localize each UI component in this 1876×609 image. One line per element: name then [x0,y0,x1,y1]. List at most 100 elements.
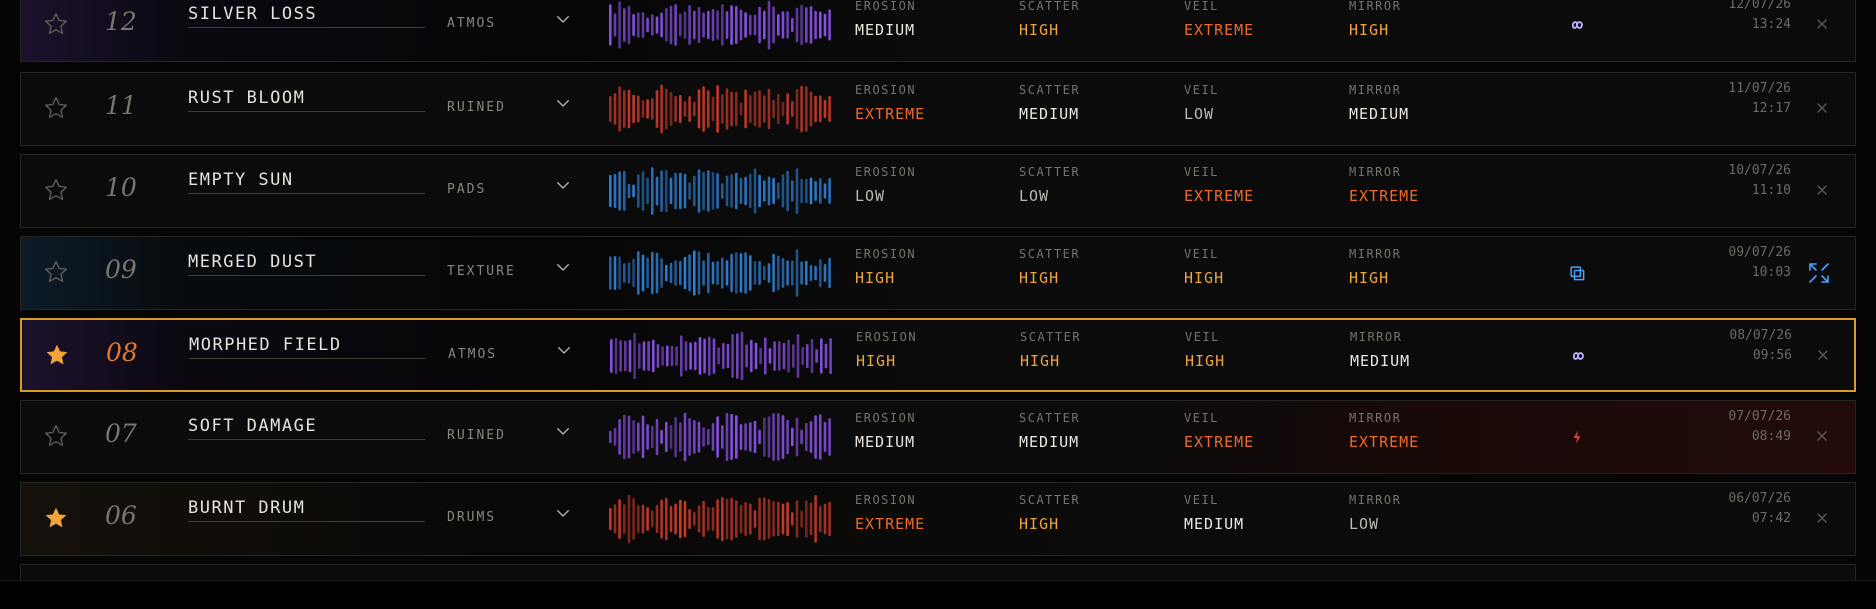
star-outline-icon[interactable] [41,93,71,123]
date-text: 07/07/26 [1728,409,1791,424]
preset-number: 11 [105,91,137,120]
param-scatter: SCATTER HIGH [1019,247,1080,287]
category-label: ATMOS [447,16,497,31]
preset-name-field[interactable]: MERGED DUST [188,253,425,276]
star-filled-icon[interactable] [41,503,71,533]
time-text: 12:17 [1751,101,1791,116]
param-label: MIRROR [1349,83,1402,97]
infinity-icon[interactable] [1565,15,1589,35]
preset-name-field[interactable]: MORPHED FIELD [189,336,426,359]
star-outline-icon[interactable] [41,421,71,451]
param-value: MEDIUM [855,433,916,451]
preset-row[interactable]: 08 MORPHED FIELD ATMOS EROSION HIGH SCATTER HI… [20,318,1856,392]
chevron-down-icon[interactable] [551,91,575,115]
preset-row[interactable]: 06 BURNT DRUM DRUMS EROSION EXTREME SCATTER HI… [20,482,1856,556]
waveform-preview[interactable] [605,0,837,58]
param-mirror: MIRROR HIGH [1349,247,1401,287]
param-value: EXTREME [855,515,926,533]
date-text: 08/07/26 [1729,328,1792,343]
param-value: EXTREME [1184,21,1255,39]
param-value: MEDIUM [1350,352,1411,370]
param-label: SCATTER [1019,493,1081,507]
close-icon[interactable] [1811,507,1833,529]
param-label: SCATTER [1019,83,1081,97]
param-value: HIGH [855,269,896,287]
param-value: EXTREME [1349,187,1420,205]
param-label: EROSION [855,165,917,179]
time-text: 07:42 [1751,511,1791,526]
param-veil: VEIL EXTREME [1184,411,1254,451]
param-mirror: MIRROR EXTREME [1349,165,1419,205]
infinity-icon[interactable] [1566,346,1590,366]
waveform-preview[interactable] [605,486,837,552]
param-value: HIGH [1020,352,1061,370]
param-value: MEDIUM [1019,105,1080,123]
param-value: LOW [1184,105,1215,123]
chevron-down-icon[interactable] [551,173,575,197]
preset-number: 07 [105,419,137,448]
preset-number: 10 [105,173,137,202]
star-filled-icon[interactable] [42,340,72,370]
category-label: RUINED [447,428,506,443]
param-label: MIRROR [1349,0,1402,13]
chevron-down-icon[interactable] [551,419,575,443]
param-scatter: SCATTER HIGH [1020,330,1081,370]
param-value: HIGH [856,352,897,370]
param-veil: VEIL EXTREME [1184,0,1254,39]
close-icon[interactable] [1812,344,1834,366]
param-value: MEDIUM [1019,433,1080,451]
waveform-preview[interactable] [606,323,838,389]
close-icon[interactable] [1811,13,1833,35]
param-label: MIRROR [1350,330,1403,344]
param-label: SCATTER [1019,0,1081,13]
param-scatter: SCATTER MEDIUM [1019,411,1080,451]
time-text: 13:24 [1751,17,1791,32]
waveform-preview[interactable] [605,404,837,470]
chevron-down-icon[interactable] [551,255,575,279]
preset-name-field[interactable]: BURNT DRUM [188,499,425,522]
param-label: EROSION [855,83,917,97]
footer-bar [0,580,1876,609]
waveform-preview[interactable] [605,240,837,306]
param-label: EROSION [855,0,917,13]
chevron-down-icon[interactable] [552,338,576,362]
param-erosion: EROSION EXTREME [855,83,925,123]
param-scatter: SCATTER LOW [1019,165,1080,205]
star-outline-icon[interactable] [41,175,71,205]
param-erosion: EROSION EXTREME [855,493,925,533]
timestamp: 07/07/26 08:49 [1681,407,1791,447]
preset-name-field[interactable]: RUST BLOOM [188,89,425,112]
timestamp: 10/07/26 11:10 [1681,161,1791,201]
waveform-preview[interactable] [605,158,837,224]
param-scatter: SCATTER MEDIUM [1019,83,1080,123]
param-label: MIRROR [1349,493,1402,507]
close-icon[interactable] [1811,425,1833,447]
close-icon[interactable] [1811,179,1833,201]
preset-row[interactable]: 10 EMPTY SUN PADS EROSION LOW SCATTER LOW VEIL E… [20,154,1856,228]
layers-icon[interactable] [1565,263,1589,283]
preset-row[interactable]: 07 SOFT DAMAGE RUINED EROSION MEDIUM SCATTER M… [20,400,1856,474]
star-outline-icon[interactable] [41,257,71,287]
preset-name-field[interactable]: SOFT DAMAGE [188,417,425,440]
param-mirror: MIRROR EXTREME [1349,411,1419,451]
param-erosion: EROSION MEDIUM [855,0,916,39]
close-icon[interactable] [1811,97,1833,119]
time-text: 09:56 [1752,348,1792,363]
chevron-down-icon[interactable] [551,501,575,525]
bolt-icon[interactable] [1565,427,1589,447]
expand-icon[interactable] [1805,259,1833,287]
preset-name-field[interactable]: EMPTY SUN [188,171,425,194]
chevron-down-icon[interactable] [551,7,575,31]
preset-row[interactable]: 11 RUST BLOOM RUINED EROSION EXTREME SCATTER M… [20,72,1856,146]
preset-number: 09 [105,255,137,284]
preset-name-field[interactable]: SILVER LOSS [188,5,425,28]
param-scatter: SCATTER HIGH [1019,493,1080,533]
param-label: EROSION [855,493,917,507]
preset-row[interactable]: 12 SILVER LOSS ATMOS EROSION MEDIUM SCATTER HI… [20,0,1856,62]
preset-row[interactable]: 09 MERGED DUST TEXTURE EROSION HIGH SCATTER HI… [20,236,1856,310]
waveform-preview[interactable] [605,76,837,142]
star-outline-icon[interactable] [41,9,71,39]
param-label: VEIL [1184,411,1219,425]
param-value: HIGH [1349,21,1390,39]
param-value: LOW [1349,515,1380,533]
